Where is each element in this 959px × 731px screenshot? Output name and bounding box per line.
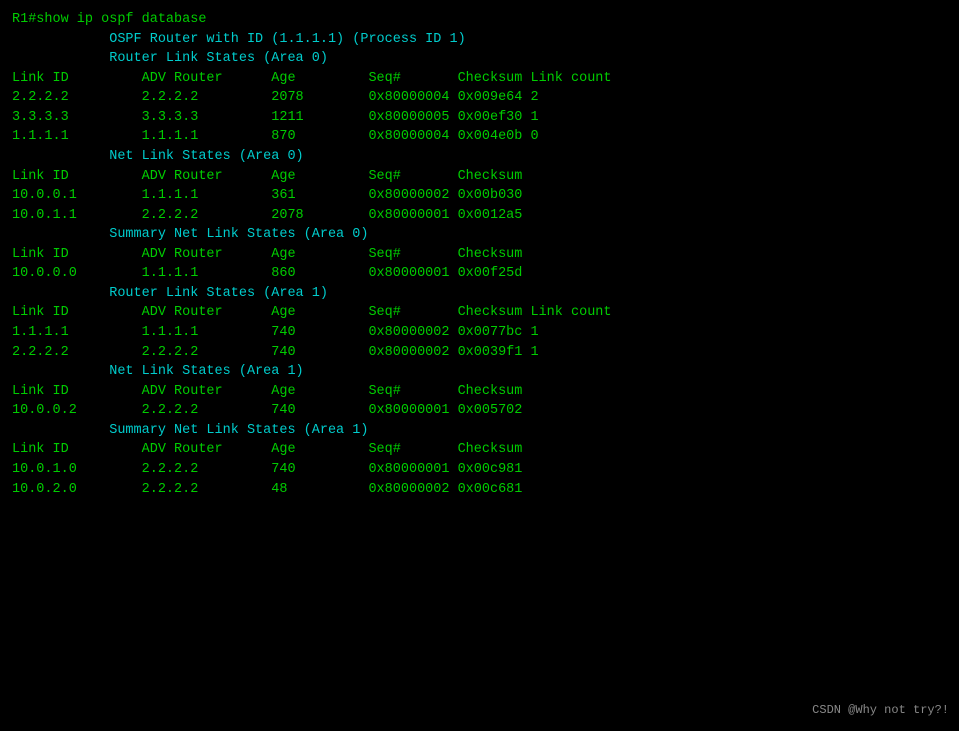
terminal-line-row2-1: 10.0.0.1 1.1.1.1 361 0x80000002 0x00b030 bbox=[12, 186, 947, 206]
terminal-line-col-header-1: Link ID ADV Router Age Seq# Checksum Lin… bbox=[12, 69, 947, 89]
terminal-line-router-link-area0-header: Router Link States (Area 0) bbox=[12, 49, 947, 69]
terminal-line-net-link-area1-header: Net Link States (Area 1) bbox=[12, 362, 947, 382]
terminal-line-col-header-3: Link ID ADV Router Age Seq# Checksum bbox=[12, 245, 947, 265]
terminal-line-row1-2: 3.3.3.3 3.3.3.3 1211 0x80000005 0x00ef30… bbox=[12, 108, 947, 128]
terminal-line-row2-2: 10.0.1.1 2.2.2.2 2078 0x80000001 0x0012a… bbox=[12, 206, 947, 226]
terminal-line-col-header-4: Link ID ADV Router Age Seq# Checksum Lin… bbox=[12, 303, 947, 323]
terminal-line-net-link-area0-header: Net Link States (Area 0) bbox=[12, 147, 947, 167]
terminal-line-col-header-2: Link ID ADV Router Age Seq# Checksum bbox=[12, 167, 947, 187]
terminal-line-ospf-header: OSPF Router with ID (1.1.1.1) (Process I… bbox=[12, 30, 947, 50]
terminal-line-col-header-5: Link ID ADV Router Age Seq# Checksum bbox=[12, 382, 947, 402]
terminal-line-summary-net-area1-header: Summary Net Link States (Area 1) bbox=[12, 421, 947, 441]
terminal-line-row5-1: 10.0.0.2 2.2.2.2 740 0x80000001 0x005702 bbox=[12, 401, 947, 421]
terminal-content: R1#show ip ospf database OSPF Router wit… bbox=[12, 10, 947, 499]
terminal-line-row6-1: 10.0.1.0 2.2.2.2 740 0x80000001 0x00c981 bbox=[12, 460, 947, 480]
terminal-line-row4-2: 2.2.2.2 2.2.2.2 740 0x80000002 0x0039f1 … bbox=[12, 343, 947, 363]
terminal-line-summary-net-area0-header: Summary Net Link States (Area 0) bbox=[12, 225, 947, 245]
terminal-line-row3-1: 10.0.0.0 1.1.1.1 860 0x80000001 0x00f25d bbox=[12, 264, 947, 284]
watermark: CSDN @Why not try?! bbox=[812, 702, 949, 719]
terminal-line-row6-2: 10.0.2.0 2.2.2.2 48 0x80000002 0x00c681 bbox=[12, 480, 947, 500]
terminal-line-row1-1: 2.2.2.2 2.2.2.2 2078 0x80000004 0x009e64… bbox=[12, 88, 947, 108]
terminal-line-col-header-6: Link ID ADV Router Age Seq# Checksum bbox=[12, 440, 947, 460]
terminal-window: R1#show ip ospf database OSPF Router wit… bbox=[0, 0, 959, 731]
terminal-line-router-link-area1-header: Router Link States (Area 1) bbox=[12, 284, 947, 304]
terminal-line-row1-3: 1.1.1.1 1.1.1.1 870 0x80000004 0x004e0b … bbox=[12, 127, 947, 147]
terminal-line-cmd: R1#show ip ospf database bbox=[12, 10, 947, 30]
terminal-line-row4-1: 1.1.1.1 1.1.1.1 740 0x80000002 0x0077bc … bbox=[12, 323, 947, 343]
